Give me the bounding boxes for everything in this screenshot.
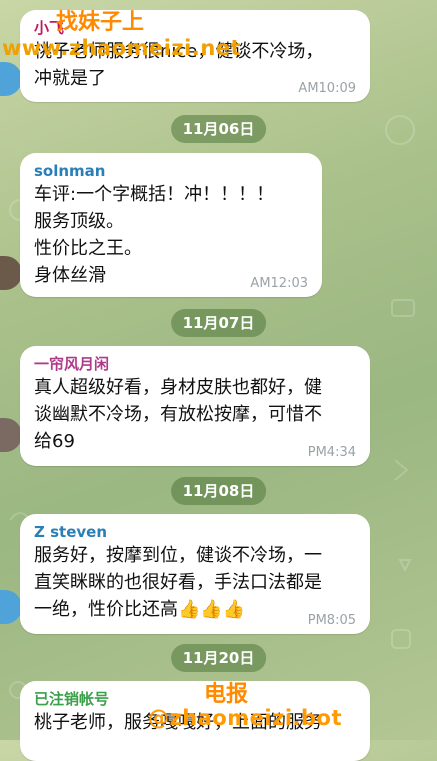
message-bubble[interactable]: 一帘风月闲 真人超级好看，身材皮肤也都好，健 谈幽默不冷场，有放松按摩，可惜不 … [20,346,370,466]
watermark-title: 找妹子上 [56,10,145,35]
watermark-url: www.zhaomeizi.net [2,36,242,60]
date-separator: 11月08日 [170,477,267,505]
message-time: AM10:09 [298,81,356,96]
avatar[interactable] [0,590,22,624]
avatar[interactable] [0,418,22,452]
date-separator: 11月06日 [170,115,267,143]
message-time: AM12:03 [250,276,308,291]
message-sender: Z steven [34,523,108,541]
message-text: 服务好，按摩到位，健谈不冷场，一 直笑眯眯的也很好看，手法口法都是 一绝，性价比… [34,545,322,620]
message-time: PM8:05 [307,613,356,628]
avatar[interactable] [0,62,22,96]
avatar[interactable] [0,256,22,290]
message-text: 真人超级好看，身材皮肤也都好，健 谈幽默不冷场，有放松按摩，可惜不 给69 [34,377,322,452]
message-time: PM4:34 [307,445,356,460]
message-bubble[interactable]: solnman 车评:一个字概括！冲！！！！ 服务顶级。 性价比之王。 身体丝滑… [20,153,322,297]
date-separator: 11月20日 [170,644,267,672]
date-separator: 11月07日 [170,309,267,337]
watermark-url: @zhaomeizi.bot [148,706,342,730]
message-bubble[interactable]: Z steven 服务好，按摩到位，健谈不冷场，一 直笑眯眯的也很好看，手法口法… [20,514,370,634]
message-text: 车评:一个字概括！冲！！！！ 服务顶级。 性价比之王。 身体丝滑 [34,184,275,286]
message-sender: solnman [34,162,106,180]
watermark-title: 电报 [204,682,249,707]
message-sender: 一帘风月闲 [34,355,110,373]
